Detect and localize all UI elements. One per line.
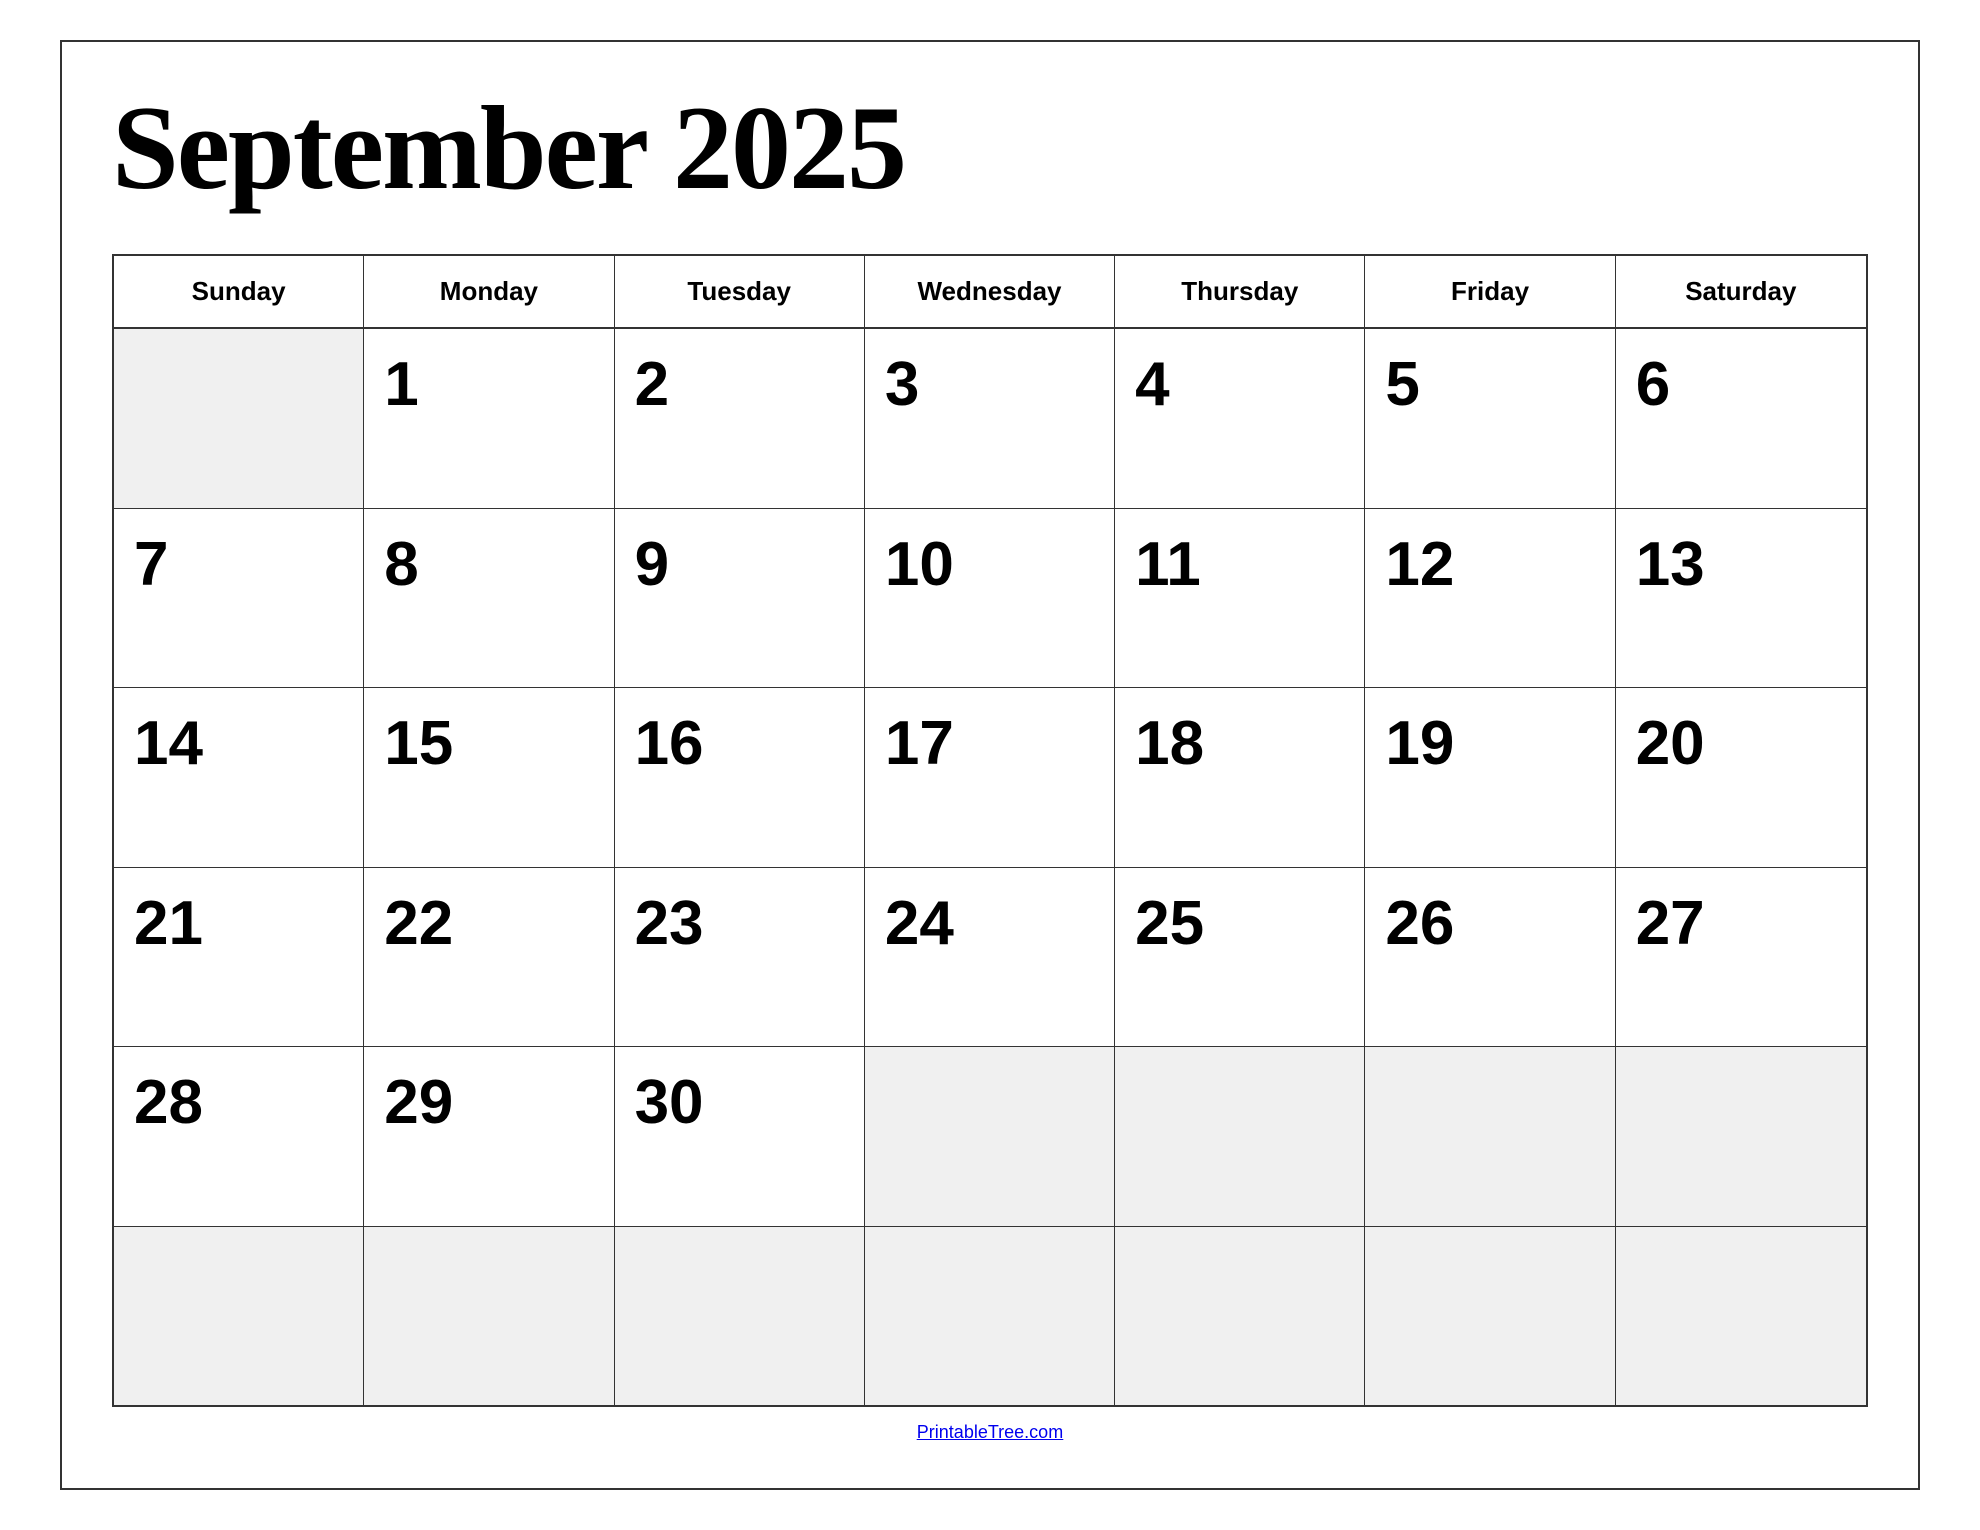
day-number: 29 [384, 1062, 453, 1134]
day-cell: 27 [1616, 868, 1866, 1047]
day-number: 5 [1385, 344, 1419, 416]
day-number: 17 [885, 703, 954, 775]
day-header-thursday: Thursday [1115, 256, 1365, 327]
day-cell: 7 [114, 509, 364, 688]
day-number: 11 [1135, 524, 1201, 596]
day-number: 22 [384, 883, 453, 955]
day-cell: 20 [1616, 688, 1866, 867]
day-cell: 9 [615, 509, 865, 688]
day-number: 19 [1385, 703, 1454, 775]
day-header-wednesday: Wednesday [865, 256, 1115, 327]
day-cell [1616, 1227, 1866, 1406]
day-number: 25 [1135, 883, 1204, 955]
day-cell: 19 [1365, 688, 1615, 867]
day-cell [364, 1227, 614, 1406]
day-headers: SundayMondayTuesdayWednesdayThursdayFrid… [114, 256, 1866, 329]
day-number: 26 [1385, 883, 1454, 955]
day-cell: 6 [1616, 329, 1866, 508]
day-number: 15 [384, 703, 453, 775]
day-number: 10 [885, 524, 954, 596]
day-number: 8 [384, 524, 418, 596]
day-cell [865, 1047, 1115, 1226]
calendar-grid: SundayMondayTuesdayWednesdayThursdayFrid… [112, 254, 1868, 1407]
day-cell: 5 [1365, 329, 1615, 508]
day-cell: 25 [1115, 868, 1365, 1047]
day-number: 3 [885, 344, 919, 416]
week-row-6 [114, 1227, 1866, 1406]
week-row-2: 7 8 9 10 11 12 13 [114, 509, 1866, 689]
day-cell: 23 [615, 868, 865, 1047]
day-number: 7 [134, 524, 168, 596]
day-cell: 17 [865, 688, 1115, 867]
day-number: 14 [134, 703, 203, 775]
day-cell: 3 [865, 329, 1115, 508]
day-cell [114, 329, 364, 508]
week-row-5: 28 29 30 [114, 1047, 1866, 1227]
day-cell [1365, 1227, 1615, 1406]
day-cell [865, 1227, 1115, 1406]
day-cell: 15 [364, 688, 614, 867]
day-cell: 26 [1365, 868, 1615, 1047]
day-number: 18 [1135, 703, 1204, 775]
week-row-4: 21 22 23 24 25 26 27 [114, 868, 1866, 1048]
day-number: 28 [134, 1062, 203, 1134]
day-number: 23 [635, 883, 704, 955]
day-cell: 16 [615, 688, 865, 867]
day-number: 9 [635, 524, 669, 596]
day-number: 2 [635, 344, 669, 416]
day-cell [114, 1227, 364, 1406]
day-cell: 8 [364, 509, 614, 688]
day-number: 30 [635, 1062, 704, 1134]
day-number: 1 [384, 344, 418, 416]
day-cell [1365, 1047, 1615, 1226]
day-cell: 13 [1616, 509, 1866, 688]
weeks-container: 1234567891011121314151617181920212223242… [114, 329, 1866, 1405]
week-row-3: 14 15 16 17 18 19 20 [114, 688, 1866, 868]
day-cell: 12 [1365, 509, 1615, 688]
day-number: 6 [1636, 344, 1670, 416]
footer[interactable]: PrintableTree.com [112, 1407, 1868, 1458]
day-header-friday: Friday [1365, 256, 1615, 327]
day-cell: 10 [865, 509, 1115, 688]
day-number: 12 [1385, 524, 1454, 596]
day-cell: 1 [364, 329, 614, 508]
day-cell: 22 [364, 868, 614, 1047]
day-cell: 11 [1115, 509, 1365, 688]
day-cell: 4 [1115, 329, 1365, 508]
day-cell: 30 [615, 1047, 865, 1226]
day-cell [1115, 1047, 1365, 1226]
day-number: 21 [134, 883, 203, 955]
day-cell [1115, 1227, 1365, 1406]
day-cell: 18 [1115, 688, 1365, 867]
calendar-title: September 2025 [112, 82, 1868, 214]
day-cell: 24 [865, 868, 1115, 1047]
day-cell: 2 [615, 329, 865, 508]
day-number: 4 [1135, 344, 1169, 416]
day-number: 27 [1636, 883, 1705, 955]
day-header-monday: Monday [364, 256, 614, 327]
day-cell: 21 [114, 868, 364, 1047]
day-header-sunday: Sunday [114, 256, 364, 327]
day-cell [615, 1227, 865, 1406]
calendar-container: September 2025 SundayMondayTuesdayWednes… [60, 40, 1920, 1490]
day-header-tuesday: Tuesday [615, 256, 865, 327]
day-cell: 29 [364, 1047, 614, 1226]
footer-link[interactable]: PrintableTree.com [917, 1422, 1063, 1442]
day-cell: 14 [114, 688, 364, 867]
day-number: 16 [635, 703, 704, 775]
day-cell: 28 [114, 1047, 364, 1226]
day-number: 20 [1636, 703, 1705, 775]
day-cell [1616, 1047, 1866, 1226]
day-header-saturday: Saturday [1616, 256, 1866, 327]
day-number: 24 [885, 883, 954, 955]
day-number: 13 [1636, 524, 1705, 596]
week-row-1: 1 2 3 4 5 6 [114, 329, 1866, 509]
